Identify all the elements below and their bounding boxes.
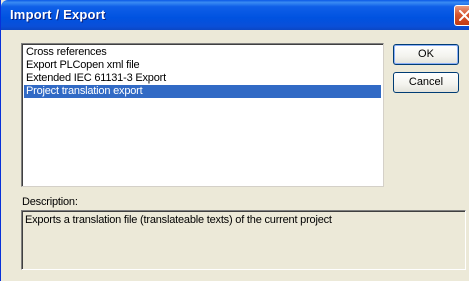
description-text: Exports a translation file (translateabl… [25,214,332,226]
title-bar[interactable]: Import / Export [1,0,469,30]
description-label: Description: [22,196,78,208]
list-item-project-translation-export[interactable]: Project translation export [24,85,381,98]
window-title: Import / Export [10,7,106,22]
cancel-button[interactable]: Cancel [393,72,459,93]
export-type-list[interactable]: Cross references Export PLCopen xml file… [21,43,384,187]
close-icon [459,10,469,21]
import-export-dialog: Import / Export Cross references Export … [0,0,469,281]
list-item-extended-iec-export[interactable]: Extended IEC 61131-3 Export [24,72,381,85]
description-box: Exports a translation file (translateabl… [21,210,466,270]
close-button[interactable] [454,5,469,26]
list-item-export-plcopen-xml[interactable]: Export PLCopen xml file [24,59,381,72]
list-item-cross-references[interactable]: Cross references [24,46,381,59]
ok-button[interactable]: OK [393,44,459,65]
